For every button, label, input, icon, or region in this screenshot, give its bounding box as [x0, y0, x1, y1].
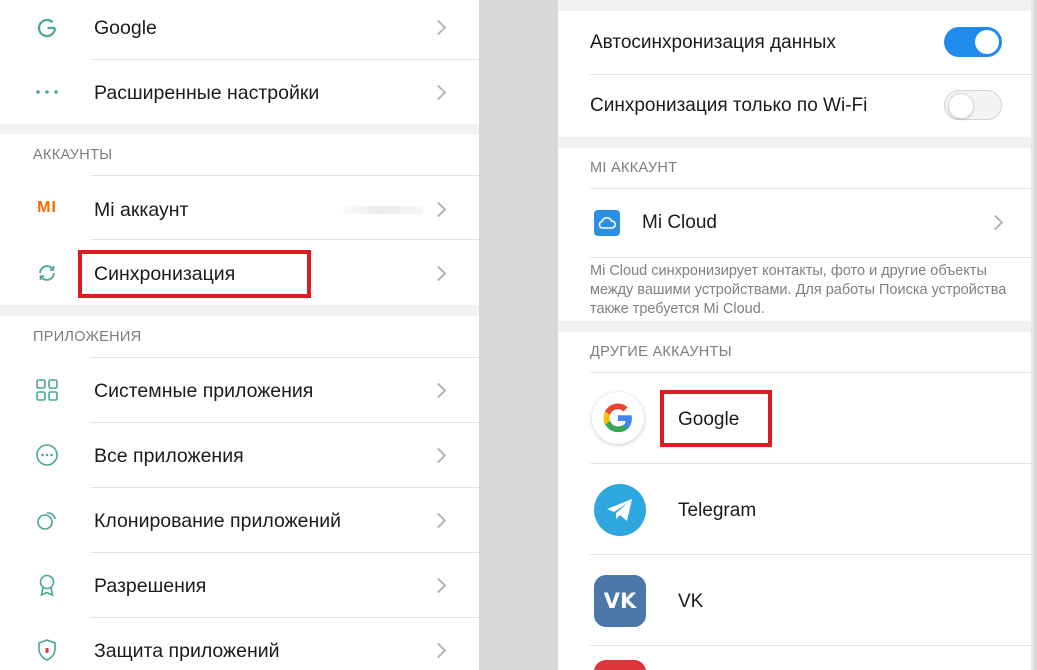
- chevron-right-icon: [430, 19, 447, 36]
- settings-item-advanced[interactable]: Расширенные настройки: [0, 60, 479, 124]
- wifi-only-toggle[interactable]: [944, 90, 1002, 120]
- account-item-google[interactable]: Google: [558, 373, 1034, 463]
- settings-item-label: Mi аккаунт: [94, 199, 189, 221]
- clone-icon: [26, 499, 68, 541]
- settings-item-label: Расширенные настройки: [94, 82, 320, 104]
- setting-autosync[interactable]: Автосинхронизация данных: [558, 11, 1034, 74]
- telegram-account-label: Telegram: [678, 500, 757, 521]
- cloud-icon: [594, 210, 620, 236]
- chevron-right-icon: [430, 642, 447, 659]
- settings-item-label: Все приложения: [94, 445, 244, 467]
- settings-item-label: Защита приложений: [94, 640, 280, 662]
- telegram-icon: [594, 484, 646, 536]
- wifi-only-label: Синхронизация только по Wi-Fi: [590, 95, 868, 116]
- settings-item-app-lock[interactable]: Защита приложений: [0, 618, 479, 670]
- account-item-telegram[interactable]: Telegram: [558, 464, 1034, 554]
- highlight-box-sync: [78, 250, 311, 298]
- settings-item-google[interactable]: Google: [0, 0, 479, 60]
- chevron-right-icon: [430, 84, 447, 101]
- chevron-right-icon: [430, 265, 447, 282]
- settings-panel-left: Google Расширенные настройки АККАУНТЫ MI…: [0, 0, 479, 670]
- section-gap: [0, 124, 479, 134]
- sync-icon: [26, 252, 68, 294]
- highlight-box-google: [660, 390, 772, 447]
- more-dots-icon: [26, 71, 68, 113]
- next-account-icon-partial: [594, 660, 646, 670]
- divider: [590, 645, 1034, 646]
- settings-item-label: Клонирование приложений: [94, 510, 342, 532]
- sync-panel-right: Автосинхронизация данных Синхронизация т…: [558, 0, 1034, 670]
- google-logo-icon: [592, 392, 644, 444]
- chevron-right-icon: [987, 214, 1004, 231]
- all-apps-icon: [26, 434, 68, 476]
- section-gap: [558, 0, 1034, 11]
- autosync-toggle[interactable]: [944, 27, 1002, 57]
- autosync-label: Автосинхронизация данных: [590, 32, 836, 53]
- grid-apps-icon: [26, 369, 68, 411]
- settings-item-mi-account[interactable]: MI Mi аккаунт: [0, 176, 479, 240]
- permissions-badge-icon: [26, 564, 68, 606]
- settings-item-label: Разрешения: [94, 575, 207, 597]
- settings-item-system-apps[interactable]: Системные приложения: [0, 358, 479, 423]
- section-title-mi-account: MI АККАУНТ: [590, 160, 678, 176]
- chevron-right-icon: [430, 577, 447, 594]
- section-title-apps: ПРИЛОЖЕНИЯ: [33, 329, 142, 345]
- section-gap: [558, 137, 1034, 148]
- blurred-account-name: [335, 206, 423, 214]
- vk-account-label: VK: [678, 591, 704, 612]
- settings-item-label: Google: [94, 17, 157, 39]
- section-title-accounts: АККАУНТЫ: [33, 147, 113, 163]
- scrollbar-edge: [1031, 0, 1034, 670]
- mi-cloud-description: Mi Cloud синхронизирует контакты, фото и…: [590, 263, 1007, 317]
- settings-item-permissions[interactable]: Разрешения: [0, 553, 479, 618]
- chevron-right-icon: [430, 382, 447, 399]
- section-gap: [0, 305, 479, 316]
- account-item-mi-cloud[interactable]: Mi Cloud: [558, 189, 1034, 257]
- section-title-other-accounts: ДРУГИЕ АККАУНТЫ: [590, 344, 732, 360]
- section-gap: [558, 321, 1034, 332]
- divider: [590, 257, 1034, 258]
- setting-wifi-only[interactable]: Синхронизация только по Wi-Fi: [558, 75, 1034, 137]
- chevron-right-icon: [430, 447, 447, 464]
- account-item-vk[interactable]: VK VK: [558, 555, 1034, 645]
- settings-item-all-apps[interactable]: Все приложения: [0, 423, 479, 488]
- vk-icon: VK: [594, 575, 646, 627]
- chevron-right-icon: [430, 201, 447, 218]
- shield-lock-icon: [26, 629, 68, 670]
- settings-item-clone-apps[interactable]: Клонирование приложений: [0, 488, 479, 553]
- mi-logo-icon: MI: [37, 199, 57, 216]
- mi-cloud-label: Mi Cloud: [642, 212, 717, 233]
- chevron-right-icon: [430, 512, 447, 529]
- google-g-icon: [26, 7, 68, 49]
- settings-item-label: Системные приложения: [94, 380, 314, 402]
